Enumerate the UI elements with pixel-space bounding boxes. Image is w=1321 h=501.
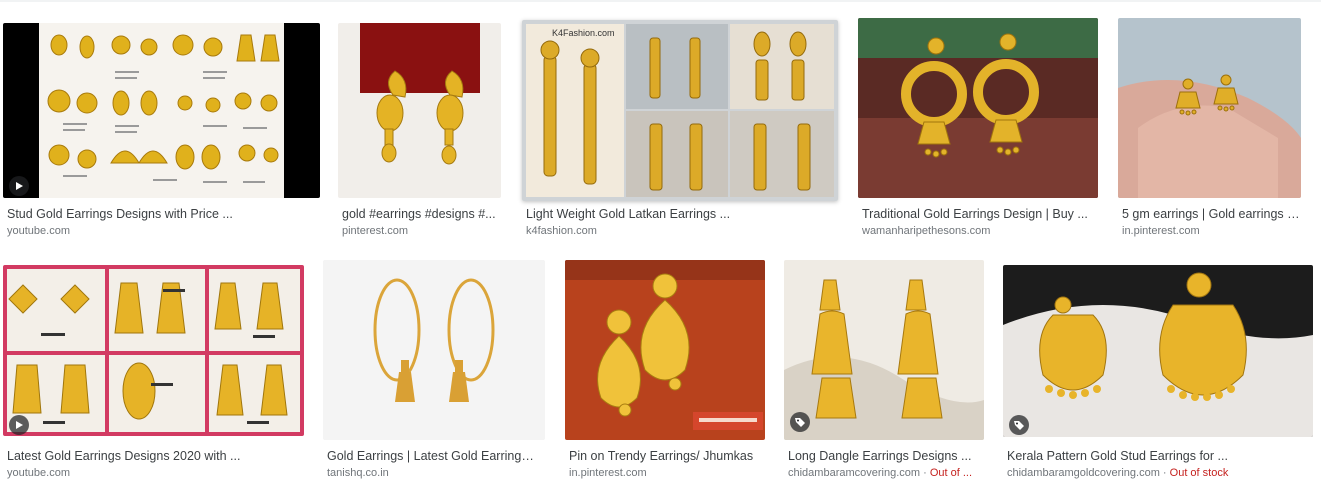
result-source-domain[interactable]: chidambaramgoldcovering.com — [1007, 467, 1160, 479]
top-divider — [0, 0, 1321, 2]
result-title[interactable]: Pin on Trendy Earrings/ Jhumkas — [569, 449, 764, 463]
stock-status: Out of ... — [929, 467, 973, 479]
result-source[interactable]: wamanharipethesons.com — [862, 225, 1092, 237]
result-title[interactable]: Latest Gold Earrings Designs 2020 with .… — [7, 449, 302, 463]
result-thumbnail[interactable] — [3, 265, 304, 436]
result-card[interactable]: Gold Earrings | Latest Gold Earrings ...… — [323, 260, 545, 487]
result-source: chidambaramcovering.com · Out of ... — [788, 467, 983, 479]
stock-status: Out of stock — [1169, 467, 1229, 479]
tag-icon — [1014, 421, 1024, 430]
tag-badge — [1009, 415, 1029, 435]
result-card[interactable]: K4Fashion.com Light Weight Gold Latkan E… — [522, 20, 838, 245]
result-card[interactable]: Kerala Pattern Gold Stud Earrings for ..… — [1003, 262, 1313, 487]
play-badge — [9, 176, 29, 196]
result-title[interactable]: gold #earrings #designs #... — [342, 207, 497, 221]
tag-badge — [790, 412, 810, 432]
result-source[interactable]: pinterest.com — [342, 225, 497, 237]
result-card[interactable]: Pin on Trendy Earrings/ Jhumkas in.pinte… — [565, 260, 765, 487]
result-source[interactable]: tanishq.co.in — [327, 467, 539, 479]
tag-icon — [795, 418, 805, 427]
play-badge — [9, 415, 29, 435]
result-title[interactable]: Traditional Gold Earrings Design | Buy .… — [862, 207, 1092, 221]
result-card[interactable]: gold #earrings #designs #... pinterest.c… — [338, 20, 501, 245]
result-card[interactable]: Long Dangle Earrings Designs ... chidamb… — [784, 260, 984, 487]
result-thumbnail[interactable] — [323, 260, 545, 440]
result-thumbnail[interactable] — [565, 260, 765, 440]
source-separator: · — [1159, 467, 1170, 479]
result-source-domain[interactable]: chidambaramcovering.com — [788, 467, 920, 479]
result-title[interactable]: Light Weight Gold Latkan Earrings ... — [526, 207, 826, 221]
result-thumbnail[interactable] — [1003, 265, 1313, 437]
result-card[interactable]: Latest Gold Earrings Designs 2020 with .… — [3, 262, 304, 487]
result-thumbnail[interactable]: K4Fashion.com — [522, 20, 838, 201]
result-thumbnail[interactable] — [1118, 18, 1301, 198]
source-separator: · — [920, 467, 930, 479]
watermark-text: K4Fashion.com — [552, 28, 615, 38]
result-source[interactable]: in.pinterest.com — [1122, 225, 1300, 237]
result-thumbnail[interactable] — [3, 23, 320, 198]
result-card[interactable]: Traditional Gold Earrings Design | Buy .… — [858, 18, 1098, 245]
result-title[interactable]: Long Dangle Earrings Designs ... — [788, 449, 983, 463]
result-title[interactable]: Gold Earrings | Latest Gold Earrings ... — [327, 449, 539, 463]
play-icon — [16, 182, 23, 190]
result-source[interactable]: youtube.com — [7, 467, 302, 479]
result-title[interactable]: Kerala Pattern Gold Stud Earrings for ..… — [1007, 449, 1307, 463]
play-icon — [16, 421, 23, 429]
result-source[interactable]: youtube.com — [7, 225, 307, 237]
result-title[interactable]: Stud Gold Earrings Designs with Price ..… — [7, 207, 307, 221]
result-thumbnail[interactable] — [858, 18, 1098, 198]
result-source[interactable]: k4fashion.com — [526, 225, 826, 237]
result-card[interactable]: Stud Gold Earrings Designs with Price ..… — [3, 20, 320, 245]
result-source: chidambaramgoldcovering.com · Out of sto… — [1007, 467, 1307, 479]
result-thumbnail[interactable] — [338, 23, 501, 198]
result-title[interactable]: 5 gm earrings | Gold earrings de... — [1122, 207, 1300, 221]
result-thumbnail[interactable] — [784, 260, 984, 440]
result-card[interactable]: 5 gm earrings | Gold earrings de... in.p… — [1118, 18, 1321, 245]
result-source[interactable]: in.pinterest.com — [569, 467, 764, 479]
